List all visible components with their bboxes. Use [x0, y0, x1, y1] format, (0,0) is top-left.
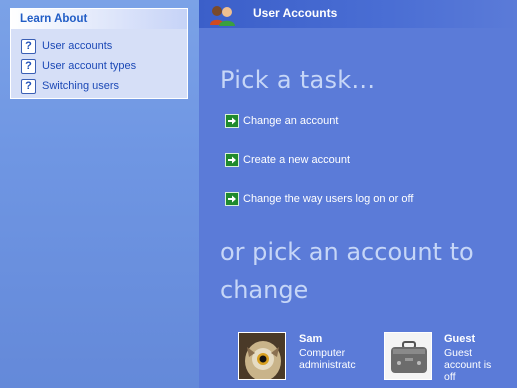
left-task-pane: Learn About ? User accounts ? User accou…: [0, 0, 199, 388]
suitcase-picture[interactable]: [384, 332, 432, 380]
learn-link-label[interactable]: Switching users: [42, 80, 119, 92]
learn-link-label[interactable]: User account types: [42, 60, 136, 72]
learn-item-user-accounts[interactable]: ? User accounts: [21, 36, 187, 56]
green-arrow-icon: [225, 114, 239, 128]
learn-about-box: Learn About ? User accounts ? User accou…: [10, 8, 188, 99]
task-create-account[interactable]: Create a new account: [225, 153, 350, 167]
task-change-account[interactable]: Change an account: [225, 114, 338, 128]
user-accounts-icon: [210, 6, 235, 26]
header-bar: User Accounts: [199, 0, 517, 28]
account-name[interactable]: Guest: [444, 333, 475, 345]
green-arrow-icon: [225, 192, 239, 206]
account-name[interactable]: Sam: [299, 333, 322, 345]
account-status: Guest: [444, 347, 473, 359]
learn-about-list: ? User accounts ? User account types ? S…: [11, 29, 187, 96]
pick-task-heading: Pick a task...: [220, 66, 376, 94]
learn-item-user-account-types[interactable]: ? User account types: [21, 56, 187, 76]
owl-picture[interactable]: [238, 332, 286, 380]
account-status: off: [444, 371, 456, 383]
task-change-logon[interactable]: Change the way users log on or off: [225, 192, 413, 206]
header-title: User Accounts: [253, 6, 338, 20]
help-icon: ?: [21, 58, 36, 74]
account-status: account is: [444, 359, 492, 371]
task-label[interactable]: Change an account: [243, 115, 338, 127]
help-icon: ?: [21, 38, 36, 54]
account-type: Computer: [299, 347, 346, 359]
green-arrow-icon: [225, 153, 239, 167]
task-label[interactable]: Change the way users log on or off: [243, 193, 413, 205]
learn-about-title: Learn About: [11, 9, 187, 29]
task-label[interactable]: Create a new account: [243, 154, 350, 166]
account-type: administratc: [299, 359, 356, 371]
help-icon: ?: [21, 78, 36, 94]
main-pane: User Accounts Pick a task... Change an a…: [199, 0, 517, 388]
pick-account-heading: or pick an account to change: [220, 238, 474, 304]
learn-link-label[interactable]: User accounts: [42, 40, 112, 52]
learn-item-switching-users[interactable]: ? Switching users: [21, 76, 187, 96]
